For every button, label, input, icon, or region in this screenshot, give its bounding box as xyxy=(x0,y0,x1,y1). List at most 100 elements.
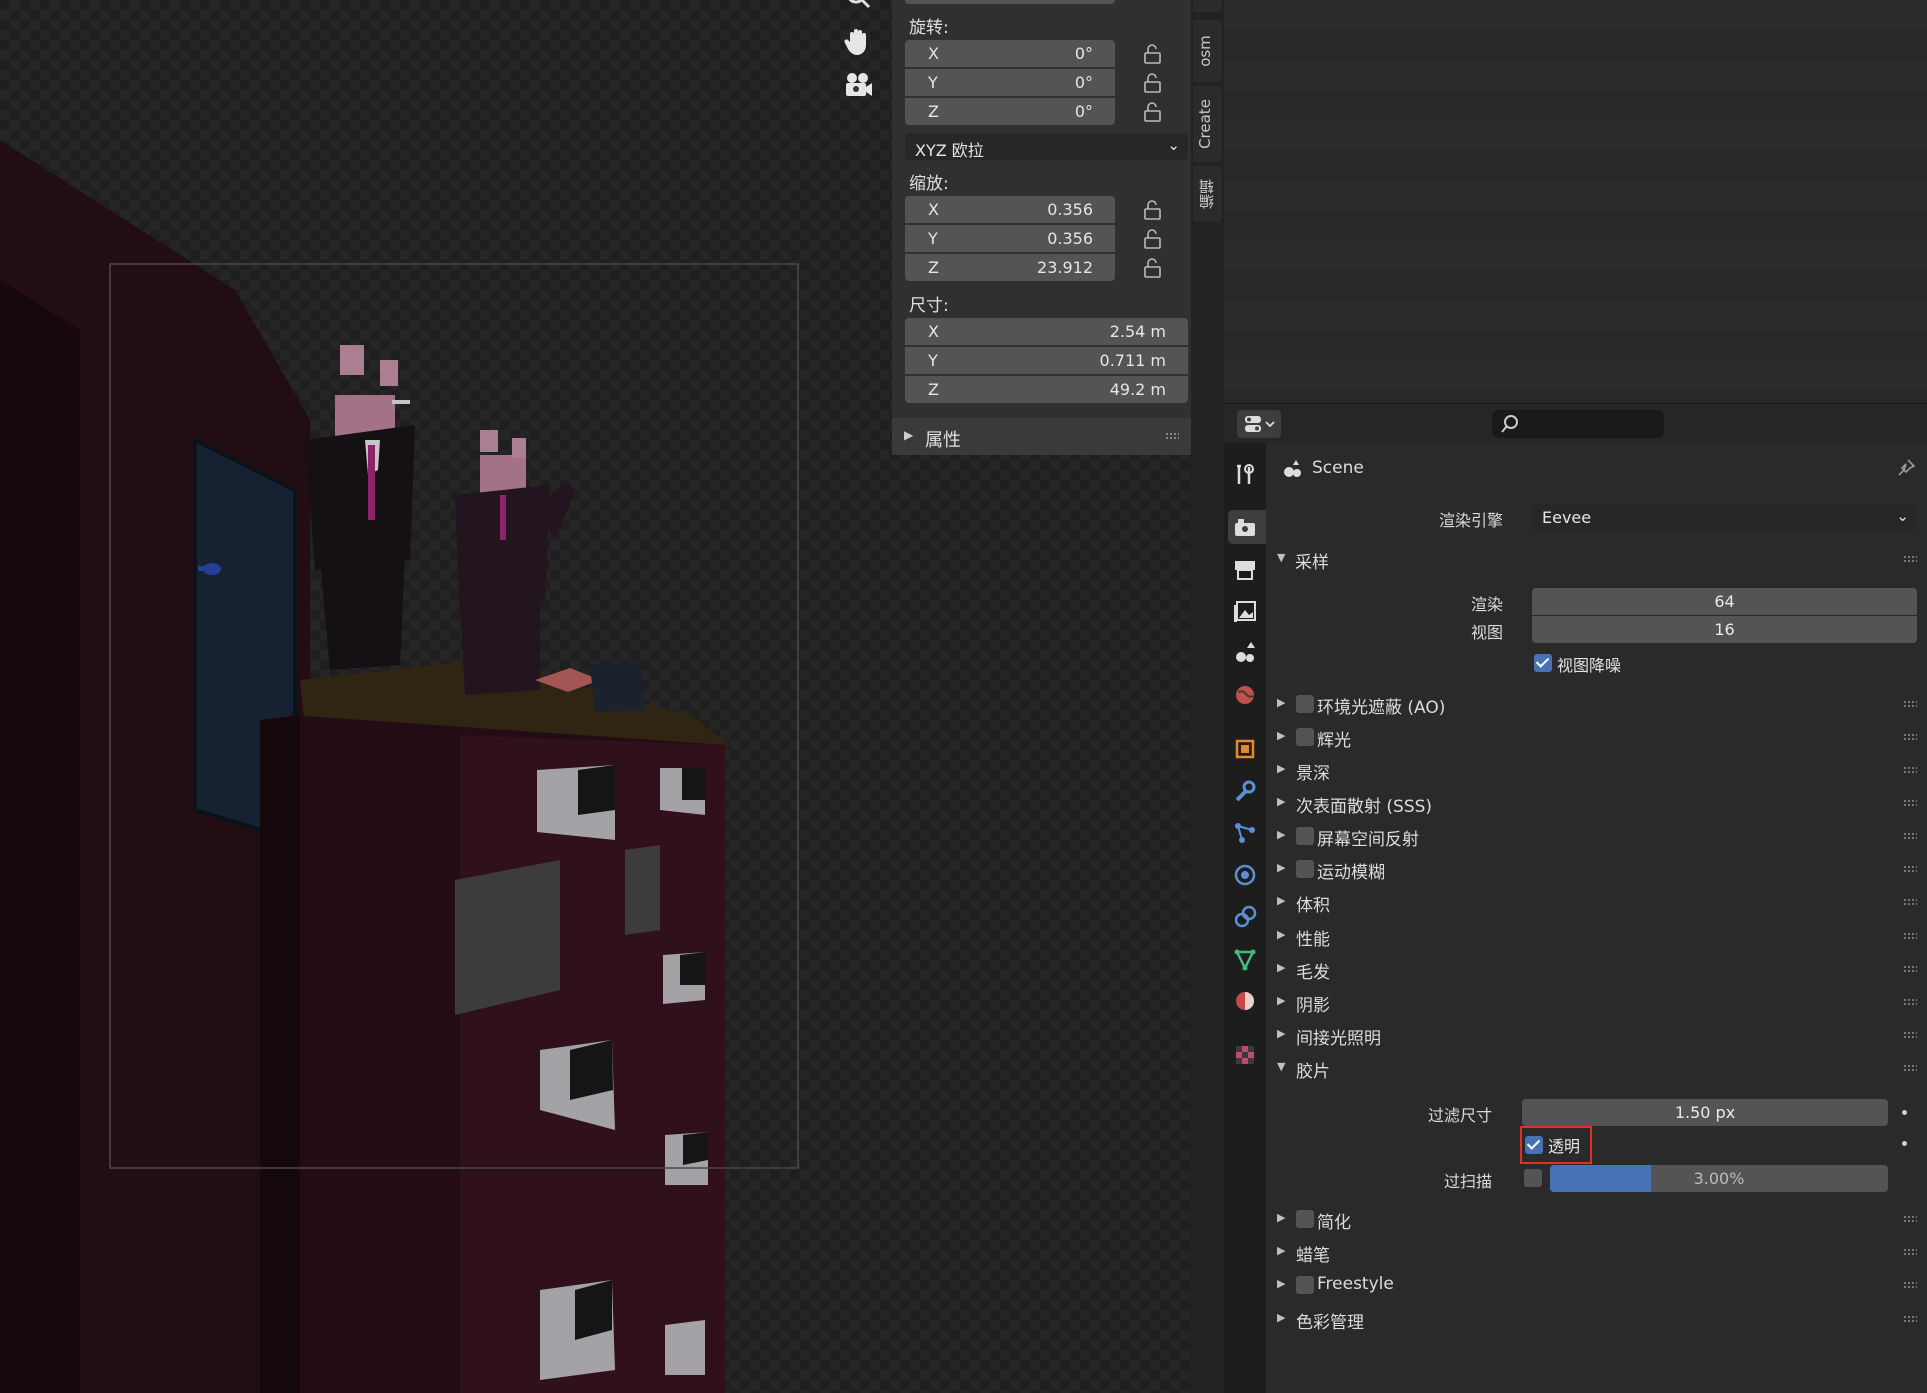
viewport-denoise-label: 视图降噪 xyxy=(1557,656,1622,675)
scale-y-field[interactable]: Y 0.356 xyxy=(905,225,1115,252)
attributes-panel-header[interactable]: ▶ 属性 xyxy=(892,418,1191,455)
enable-checkbox[interactable] xyxy=(1296,695,1314,713)
drag-grip-icon[interactable] xyxy=(1903,733,1917,741)
panel-dof[interactable]: ▶ 景深 xyxy=(1266,753,1927,786)
enable-checkbox[interactable] xyxy=(1296,1210,1314,1228)
particles-icon[interactable] xyxy=(1228,816,1262,850)
panel-ao[interactable]: ▶ 环境光遮蔽 (AO) xyxy=(1266,687,1927,720)
search-input[interactable] xyxy=(1492,410,1664,438)
tool-icon[interactable] xyxy=(1228,458,1262,492)
texture-icon[interactable] xyxy=(1228,1038,1262,1072)
camera-icon[interactable] xyxy=(841,68,875,102)
enable-checkbox[interactable] xyxy=(1296,827,1314,845)
axis-label: Z xyxy=(928,258,939,277)
enable-checkbox[interactable] xyxy=(1296,1276,1314,1294)
rotation-z-field[interactable]: Z 0° xyxy=(905,98,1115,125)
lock-icon[interactable] xyxy=(1142,72,1164,94)
drag-grip-icon[interactable] xyxy=(1903,1064,1917,1072)
drag-grip-icon[interactable] xyxy=(1903,898,1917,906)
drag-grip-icon[interactable] xyxy=(1903,700,1917,708)
drag-grip-icon[interactable] xyxy=(1903,932,1917,940)
drag-grip-icon[interactable] xyxy=(1903,965,1917,973)
panel-bloom[interactable]: ▶ 辉光 xyxy=(1266,720,1927,753)
panel-hair[interactable]: ▶ 毛发 xyxy=(1266,952,1927,985)
dimension-y-field[interactable]: Y 0.711 m xyxy=(905,347,1188,374)
collapse-triangle-icon: ▶ xyxy=(1277,795,1286,808)
rotation-x-field[interactable]: X 0° xyxy=(905,40,1115,67)
panel-volumetrics[interactable]: ▶ 体积 xyxy=(1266,885,1927,918)
filter-size-field[interactable]: 1.50 px xyxy=(1522,1099,1888,1126)
view-layer-icon[interactable] xyxy=(1228,594,1262,628)
modifier-icon[interactable] xyxy=(1228,774,1262,808)
drag-grip-icon[interactable] xyxy=(1903,799,1917,807)
lock-icon[interactable] xyxy=(1142,43,1164,65)
drag-grip-icon[interactable] xyxy=(1903,1315,1917,1323)
tab-osm[interactable]: osm xyxy=(1193,20,1222,82)
panel-sss[interactable]: ▶ 次表面散射 (SSS) xyxy=(1266,786,1927,819)
lock-icon[interactable] xyxy=(1142,101,1164,123)
lock-icon[interactable] xyxy=(1142,199,1164,221)
overscan-checkbox[interactable] xyxy=(1524,1169,1542,1187)
viewport-denoise-checkbox[interactable] xyxy=(1534,654,1552,672)
3d-viewport[interactable]: 旋转: X 0° Y 0° Z 0° XYZ 欧拉 ⌄ 缩放: X 0.356 … xyxy=(0,0,1191,1393)
keyframe-dot[interactable] xyxy=(1902,1110,1907,1115)
outliner-area[interactable] xyxy=(1224,0,1927,403)
enable-checkbox[interactable] xyxy=(1296,728,1314,746)
tab-top[interactable] xyxy=(1193,0,1222,12)
panel-grease-pencil[interactable]: ▶ 蜡笔 xyxy=(1266,1235,1927,1268)
hand-icon[interactable] xyxy=(841,24,875,58)
overscan-slider[interactable]: 3.00% xyxy=(1550,1165,1888,1192)
drag-grip-icon[interactable] xyxy=(1903,1031,1917,1039)
drag-grip-icon[interactable] xyxy=(1903,1248,1917,1256)
editor-type-button[interactable] xyxy=(1237,410,1281,438)
keyframe-dot[interactable] xyxy=(1902,1141,1907,1146)
drag-grip-icon[interactable] xyxy=(1165,432,1179,440)
object-icon[interactable] xyxy=(1228,732,1262,766)
chevron-down-icon: ⌄ xyxy=(1167,136,1180,154)
viewport-samples-field[interactable]: 16 xyxy=(1532,616,1917,643)
scale-x-field[interactable]: X 0.356 xyxy=(905,196,1115,223)
output-icon[interactable] xyxy=(1228,552,1262,586)
render-icon[interactable] xyxy=(1228,510,1266,544)
lock-icon[interactable] xyxy=(1142,257,1164,279)
lock-icon[interactable] xyxy=(1142,228,1164,250)
scale-z-field[interactable]: Z 23.912 xyxy=(905,254,1115,281)
rotation-mode-dropdown[interactable]: XYZ 欧拉 ⌄ xyxy=(905,133,1188,160)
transparent-checkbox[interactable] xyxy=(1525,1136,1543,1154)
object-data-icon[interactable] xyxy=(1228,942,1262,976)
pin-icon[interactable] xyxy=(1895,457,1917,479)
transform-sidebar: 旋转: X 0° Y 0° Z 0° XYZ 欧拉 ⌄ 缩放: X 0.356 … xyxy=(892,0,1191,455)
panel-shadows[interactable]: ▶ 阴影 xyxy=(1266,985,1927,1018)
panel-indirect-lighting[interactable]: ▶ 间接光照明 xyxy=(1266,1018,1927,1051)
rotation-y-field[interactable]: Y 0° xyxy=(905,69,1115,96)
dimension-z-field[interactable]: Z 49.2 m xyxy=(905,376,1188,403)
tab-create[interactable]: Create xyxy=(1193,86,1222,162)
panel-color-management[interactable]: ▶ 色彩管理 xyxy=(1266,1302,1927,1335)
drag-grip-icon[interactable] xyxy=(1903,832,1917,840)
world-icon[interactable] xyxy=(1228,678,1262,712)
panel-freestyle[interactable]: ▶ Freestyle xyxy=(1266,1268,1927,1301)
scene-icon[interactable] xyxy=(1228,636,1262,670)
tab-edit[interactable]: 编辑 xyxy=(1193,166,1222,222)
render-samples-field[interactable]: 64 xyxy=(1532,588,1917,615)
panel-ssr[interactable]: ▶ 屏幕空间反射 xyxy=(1266,819,1927,852)
physics-icon[interactable] xyxy=(1228,858,1262,892)
panel-performance[interactable]: ▶ 性能 xyxy=(1266,919,1927,952)
zoom-icon[interactable] xyxy=(841,0,875,14)
film-panel-header[interactable]: ▼ 胶片 xyxy=(1266,1051,1927,1084)
drag-grip-icon[interactable] xyxy=(1903,998,1917,1006)
panel-motion-blur[interactable]: ▶ 运动模糊 xyxy=(1266,852,1927,885)
drag-grip-icon[interactable] xyxy=(1903,1215,1917,1223)
drag-grip-icon[interactable] xyxy=(1903,1281,1917,1289)
render-engine-dropdown[interactable]: Eevee ⌄ xyxy=(1532,504,1917,531)
drag-grip-icon[interactable] xyxy=(1903,555,1917,563)
constraints-icon[interactable] xyxy=(1228,900,1262,934)
material-icon[interactable] xyxy=(1228,984,1262,1018)
drag-grip-icon[interactable] xyxy=(1903,766,1917,774)
sampling-panel-header[interactable]: ▼ 采样 xyxy=(1266,542,1927,575)
enable-checkbox[interactable] xyxy=(1296,860,1314,878)
location-z-field[interactable] xyxy=(905,0,1115,4)
drag-grip-icon[interactable] xyxy=(1903,865,1917,873)
panel-simplify[interactable]: ▶ 简化 xyxy=(1266,1202,1927,1235)
dimension-x-field[interactable]: X 2.54 m xyxy=(905,318,1188,345)
